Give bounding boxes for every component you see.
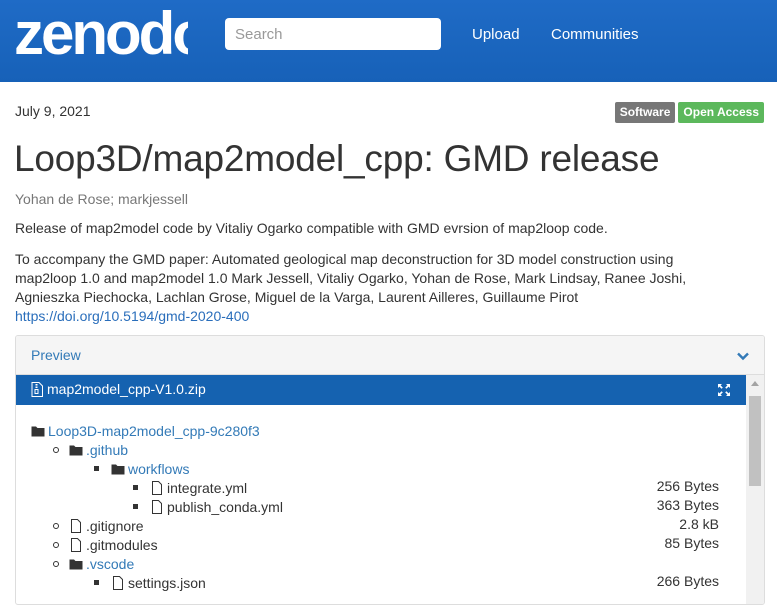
preview-title: Preview: [31, 347, 81, 363]
publication-date: July 9, 2021: [15, 103, 91, 119]
nav-communities-link[interactable]: Communities: [551, 26, 639, 43]
nav-upload-link[interactable]: Upload: [472, 26, 520, 43]
list-bullet: [53, 560, 59, 567]
preview-scrollbar[interactable]: [746, 375, 764, 604]
list-bullet: [53, 541, 59, 548]
preview-file-name: map2model_cpp-V1.0.zip: [47, 381, 206, 397]
zip-file-icon: [31, 382, 43, 397]
file-size: 256 Bytes: [656, 478, 719, 494]
tree-file-name: publish_conda.yml: [167, 498, 283, 515]
tree-folder-row: .github: [53, 440, 128, 459]
record-description-extended: To accompany the GMD paper: Automated ge…: [15, 250, 765, 326]
description-line: To accompany the GMD paper: Automated ge…: [15, 251, 674, 267]
file-icon: [113, 575, 123, 590]
tree-folder-row: workflows: [94, 459, 189, 478]
open-access-badge: Open Access: [678, 102, 764, 123]
search-box: [225, 18, 441, 50]
tree-file-name: settings.json: [128, 574, 206, 591]
folder-icon: [111, 464, 125, 474]
list-bullet: [53, 446, 59, 453]
svg-text:zenodo: zenodo: [14, 4, 188, 64]
file-size: 363 Bytes: [656, 497, 719, 513]
folder-icon: [31, 426, 45, 436]
tree-folder-link[interactable]: .vscode: [86, 556, 134, 572]
file-icon: [71, 518, 81, 533]
preview-panel-header[interactable]: Preview: [16, 336, 764, 375]
preview-file-bar: map2model_cpp-V1.0.zip: [16, 375, 747, 405]
tree-file-name: .gitmodules: [86, 536, 158, 553]
scrollbar-thumb[interactable]: [749, 396, 761, 486]
tree-file-row: settings.json: [94, 573, 206, 592]
tree-folder-link[interactable]: Loop3D-map2model_cpp-9c280f3: [48, 423, 260, 439]
list-bullet: [53, 522, 59, 529]
tree-folder-link[interactable]: workflows: [128, 461, 189, 477]
file-icon: [152, 480, 162, 495]
badge-group: Software Open Access: [614, 102, 764, 123]
description-line: map2loop 1.0 and map2model 1.0 Mark Jess…: [15, 270, 687, 286]
folder-icon: [69, 445, 83, 455]
record-description: Release of map2model code by Vitaliy Oga…: [15, 220, 608, 236]
scroll-up-arrow-icon[interactable]: [751, 381, 759, 386]
zenodo-logo[interactable]: zenodo: [14, 4, 188, 64]
tree-file-row: publish_conda.yml: [133, 497, 283, 516]
search-input[interactable]: [225, 18, 441, 50]
description-line: Agnieszka Piechocka, Lachlan Grose, Migu…: [15, 289, 579, 305]
record-title: Loop3D/map2model_cpp: GMD release: [14, 138, 660, 179]
file-size: 2.8 kB: [679, 516, 719, 532]
file-icon: [71, 537, 81, 552]
list-bullet: [133, 485, 138, 490]
tree-folder-row: Loop3D-map2model_cpp-9c280f3: [31, 421, 260, 440]
file-size: 85 Bytes: [664, 535, 719, 551]
file-icon: [152, 499, 162, 514]
tree-file-row: integrate.yml: [133, 478, 247, 497]
chevron-down-icon[interactable]: [736, 349, 750, 363]
list-bullet: [133, 504, 138, 509]
list-bullet: [94, 580, 99, 585]
list-bullet: [94, 466, 99, 471]
tree-file-row: .gitmodules: [53, 535, 158, 554]
tree-file-row: .gitignore: [53, 516, 144, 535]
tree-folder-link[interactable]: .github: [86, 442, 128, 458]
software-badge: Software: [614, 102, 676, 123]
doi-link[interactable]: https://doi.org/10.5194/gmd-2020-400: [15, 308, 249, 324]
preview-panel: Preview map2model_cpp-V1.0.zip Loop3D-ma…: [15, 335, 765, 605]
top-navbar: zenodo Upload Communities: [0, 0, 777, 82]
tree-folder-row: .vscode: [53, 554, 134, 573]
file-size: 266 Bytes: [656, 573, 719, 589]
record-authors: Yohan de Rose; markjessell: [15, 191, 189, 207]
tree-file-name: .gitignore: [86, 517, 144, 534]
folder-icon: [69, 559, 83, 569]
tree-file-name: integrate.yml: [167, 479, 248, 496]
expand-icon[interactable]: [717, 383, 731, 397]
